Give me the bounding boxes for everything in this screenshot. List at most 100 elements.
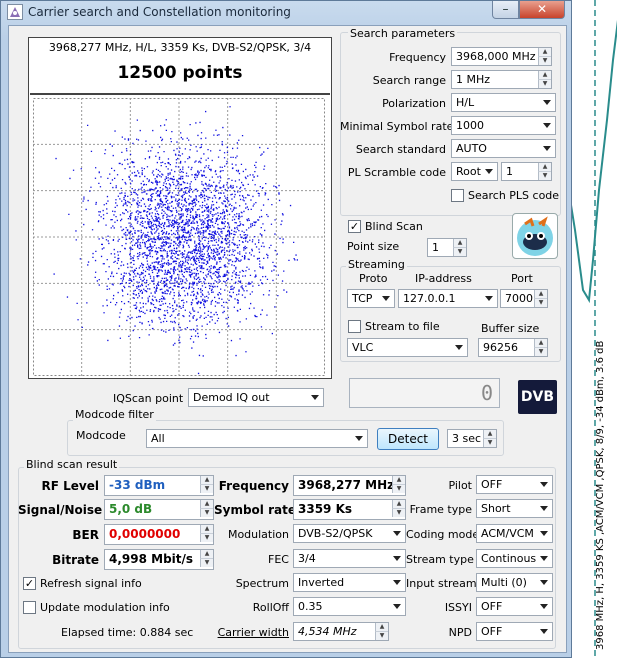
rolloff-value: 0.35: [298, 600, 323, 613]
chevron-down-icon: [540, 629, 548, 634]
port-input[interactable]: 7000 ▲ ▼: [500, 289, 548, 308]
close-button[interactable]: ✕: [519, 1, 565, 19]
pl-code-input[interactable]: 1 ▲ ▼: [501, 162, 552, 181]
frame-value: Short: [481, 502, 511, 515]
coding-select[interactable]: ACM/VCM: [476, 524, 553, 543]
fec-select[interactable]: 3/4: [293, 549, 406, 568]
fec-label: FEC: [268, 553, 289, 566]
spectrum-value: Inverted: [298, 576, 345, 589]
point-size-input[interactable]: 1 ▲ ▼: [427, 238, 467, 257]
chevron-down-icon: [355, 436, 363, 441]
range-input[interactable]: 1 MHz ▲ ▼: [451, 70, 552, 89]
interval-input[interactable]: 3 sec ▲ ▼: [447, 429, 497, 448]
interval-value: 3 sec: [452, 432, 482, 445]
carrier-width-input[interactable]: 4,534 MHz ▲ ▼: [293, 622, 389, 641]
chevron-down-icon: [455, 345, 463, 350]
buffer-value: 96256: [483, 341, 518, 354]
frame-select[interactable]: Short: [476, 499, 553, 518]
result-sr-value: 3359 Ks: [298, 502, 353, 516]
stream-file-checkbox[interactable]: [348, 320, 361, 333]
standard-value: AUTO: [456, 142, 487, 155]
rf-value: -33 dBm: [109, 478, 166, 492]
ip-select[interactable]: 127.0.0.1: [398, 289, 498, 308]
background-spectrum-chart: 3968 MHz, H, 3359 KS ,ACM/VCM ,QPSK, 8/9…: [566, 0, 617, 658]
minimize-button[interactable]: –: [492, 1, 519, 19]
spin-down-icon[interactable]: ▼: [483, 438, 496, 447]
bitrate-input[interactable]: 4,998 Mbit/s ▲ ▼: [104, 549, 214, 570]
points-label: 12500 points: [117, 63, 243, 83]
frequency-input[interactable]: 3968,000 MHz ▲ ▼: [451, 47, 552, 66]
spin-down-icon[interactable]: ▼: [200, 558, 213, 567]
istream-value: Multi (0): [481, 576, 527, 589]
spin-down-icon[interactable]: ▼: [200, 484, 213, 493]
constellation-points: [53, 106, 298, 375]
rf-input[interactable]: -33 dBm ▲ ▼: [104, 475, 214, 496]
stype-select[interactable]: Continous: [476, 549, 553, 568]
chevron-down-icon: [540, 482, 548, 487]
frequency-value: 3968,000 MHz: [456, 50, 536, 63]
chevron-down-icon: [540, 556, 548, 561]
port-label: Port: [511, 272, 533, 285]
pilot-value: OFF: [481, 478, 503, 491]
player-select[interactable]: VLC: [347, 338, 468, 357]
mod-select[interactable]: DVB-S2/QPSK: [293, 524, 406, 543]
spin-down-icon[interactable]: ▼: [453, 247, 466, 256]
spectrum-select[interactable]: Inverted: [293, 573, 406, 592]
chevron-down-icon: [393, 604, 401, 609]
polarization-label: Polarization: [382, 97, 446, 110]
spin-down-icon[interactable]: ▼: [538, 79, 551, 88]
spin-down-icon[interactable]: ▼: [375, 631, 388, 640]
refresh-checkbox[interactable]: ✓: [23, 577, 36, 590]
constellation-dots: [53, 106, 298, 375]
spin-down-icon[interactable]: ▼: [392, 484, 405, 493]
proto-label: Proto: [359, 272, 388, 285]
range-label: Search range: [372, 74, 446, 87]
buffer-input[interactable]: 96256 ▲ ▼: [478, 338, 548, 357]
carrier-width-label: Carrier width: [217, 626, 289, 639]
chevron-down-icon: [543, 100, 551, 105]
issyi-select[interactable]: OFF: [476, 597, 553, 616]
blind-scan-checkbox[interactable]: ✓: [348, 220, 361, 233]
result-sr-label: Symbol rate: [214, 503, 296, 517]
standard-select[interactable]: AUTO: [451, 139, 556, 158]
iqscan-select[interactable]: Demod IQ out: [188, 388, 324, 407]
pilot-select[interactable]: OFF: [476, 475, 553, 494]
min-sr-value: 1000: [456, 119, 484, 132]
stype-value: Continous: [481, 552, 537, 565]
spin-down-icon[interactable]: ▼: [534, 347, 547, 356]
polarization-value: H/L: [456, 96, 475, 109]
frame-label: Frame type: [409, 503, 472, 516]
detect-button[interactable]: Detect: [377, 428, 439, 450]
spin-down-icon[interactable]: ▼: [200, 508, 213, 517]
proto-select[interactable]: TCP: [347, 289, 395, 308]
snr-input[interactable]: 5,0 dB ▲ ▼: [104, 499, 214, 520]
spectrum-chart-svg: 3968 MHz, H, 3359 KS ,ACM/VCM ,QPSK, 8/9…: [567, 0, 617, 658]
mod-value: DVB-S2/QPSK: [298, 527, 373, 540]
ber-input[interactable]: 0,0000000 ▲ ▼: [104, 524, 214, 545]
pl-mode-select[interactable]: Root: [451, 162, 498, 181]
spin-down-icon[interactable]: ▼: [538, 56, 551, 65]
dvb-logo: DVB: [518, 380, 557, 414]
istream-select[interactable]: Multi (0): [476, 573, 553, 592]
polarization-select[interactable]: H/L: [451, 93, 556, 112]
modcode-select[interactable]: All: [146, 429, 368, 448]
spin-down-icon[interactable]: ▼: [534, 298, 547, 307]
bug-mascot-icon[interactable]: [512, 213, 558, 259]
spin-down-icon[interactable]: ▼: [200, 533, 213, 542]
header-divider: [30, 93, 330, 95]
elapsed-label: Elapsed time: 0.884 sec: [61, 626, 194, 639]
rolloff-select[interactable]: 0.35: [293, 597, 406, 616]
spin-down-icon[interactable]: ▼: [538, 171, 551, 180]
bitrate-value: 4,998 Mbit/s: [109, 552, 194, 566]
pls-checkbox[interactable]: [451, 189, 464, 202]
npd-select[interactable]: OFF: [476, 622, 553, 641]
update-mod-checkbox[interactable]: [23, 601, 36, 614]
search-params-title: Search parameters: [348, 27, 458, 40]
fec-value: 3/4: [298, 552, 316, 565]
min-sr-select[interactable]: 1000: [451, 116, 556, 135]
result-freq-input[interactable]: 3968,277 MHz ▲ ▼: [293, 475, 406, 496]
pls-label: Search PLS code: [468, 189, 560, 202]
spin-down-icon[interactable]: ▼: [392, 508, 405, 517]
proto-value: TCP: [352, 292, 373, 305]
result-sr-input[interactable]: 3359 Ks ▲ ▼: [293, 499, 406, 520]
